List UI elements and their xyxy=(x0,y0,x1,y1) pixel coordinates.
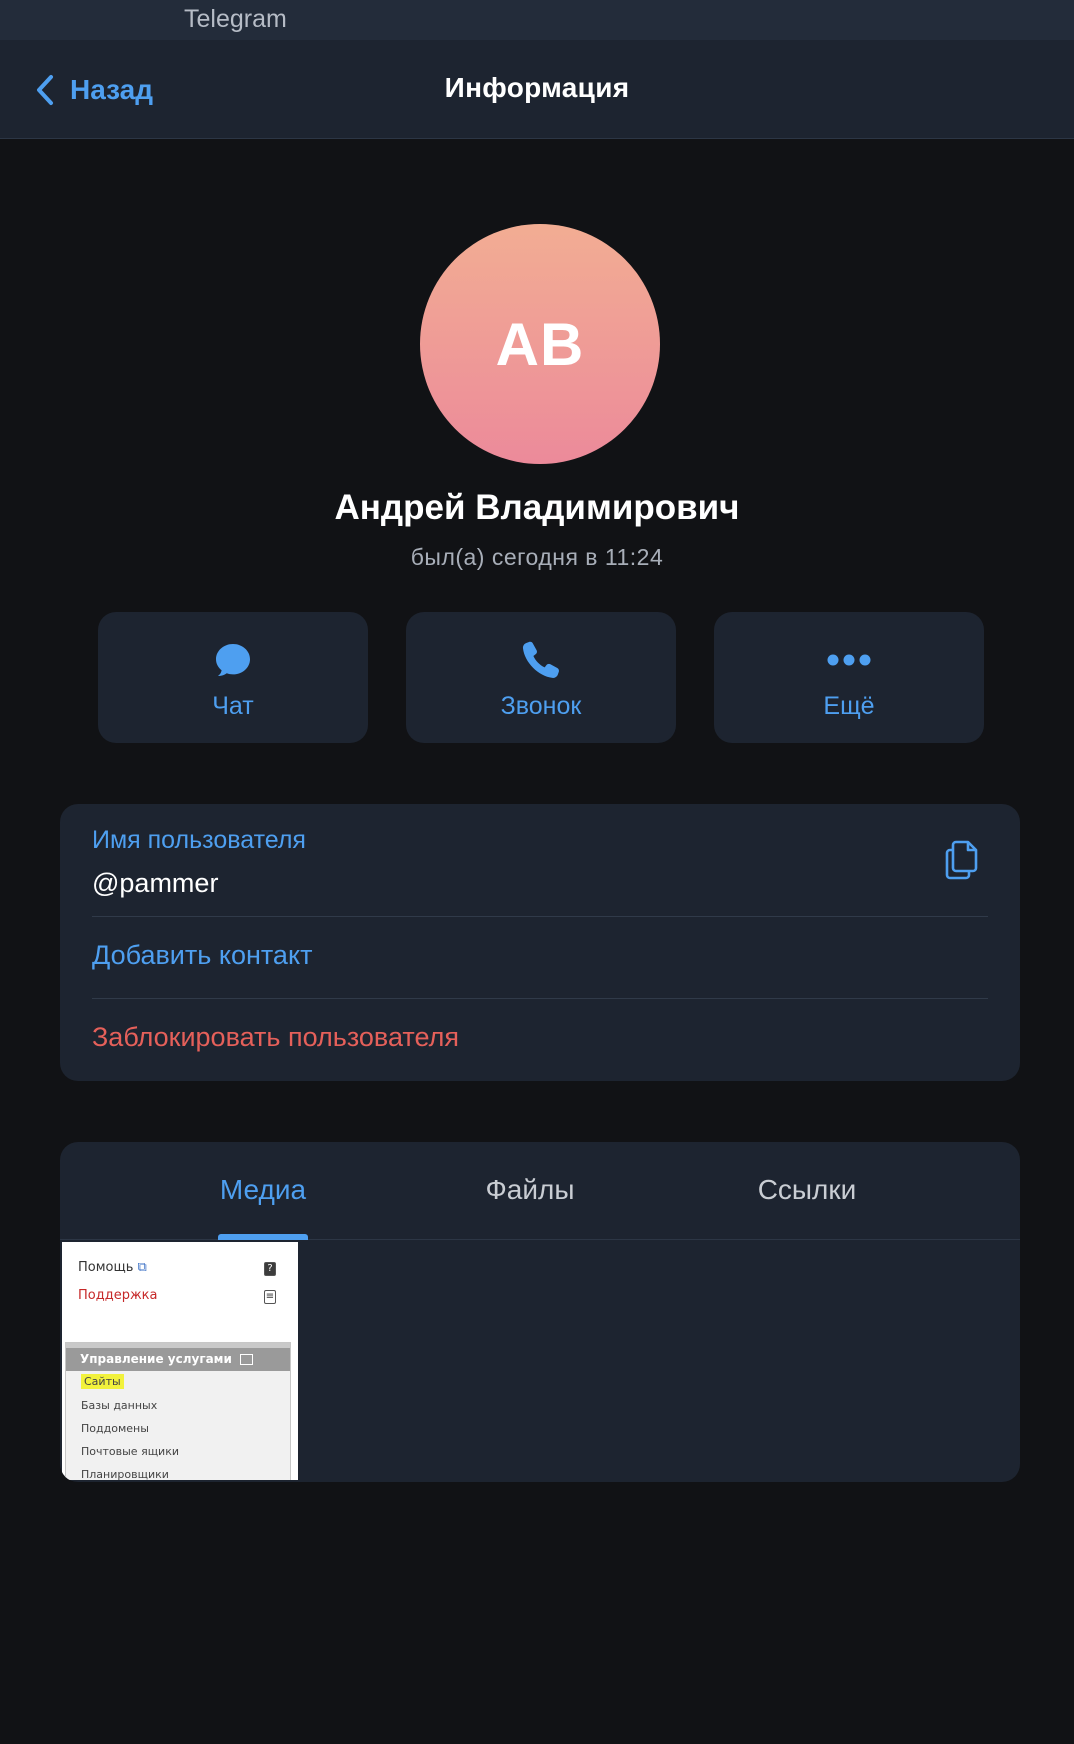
tab-media[interactable]: Медиа xyxy=(163,1174,363,1206)
page-title: Информация xyxy=(444,72,630,103)
shared-media-card: Медиа Файлы Ссылки — — — — — — Помощь ⧉ … xyxy=(60,1142,1020,1482)
more-label: Ещё xyxy=(823,692,875,720)
more-dots-icon xyxy=(827,654,871,666)
thumbnail-item: Поддомены xyxy=(81,1422,149,1435)
profile-name: Андрей Владимирович xyxy=(334,488,740,527)
chat-label: Чат xyxy=(212,692,254,720)
call-button[interactable]: Звонок xyxy=(406,612,676,743)
document-icon: ≡ xyxy=(264,1290,276,1304)
media-tabs: Медиа Файлы Ссылки xyxy=(60,1142,1020,1240)
list-icon xyxy=(239,1354,253,1365)
phone-icon xyxy=(522,641,559,678)
tab-files[interactable]: Файлы xyxy=(430,1174,630,1206)
divider xyxy=(92,998,988,999)
app-title: Telegram xyxy=(184,5,287,33)
help-icon: ? xyxy=(264,1262,276,1276)
thumbnail-item: Почтовые ящики xyxy=(81,1445,179,1458)
active-tab-indicator xyxy=(218,1234,308,1240)
thumbnail-item: Планировщики xyxy=(81,1468,169,1480)
username-label: Имя пользователя xyxy=(92,826,306,854)
avatar-initials: AB xyxy=(495,310,585,378)
chat-bubble-icon xyxy=(216,644,250,677)
thumbnail-panel: Управление услугами Сайты Базы данных По… xyxy=(65,1342,291,1480)
user-info-card: Имя пользователя @pammer Добавить контак… xyxy=(60,804,1020,1081)
window-titlebar: Telegram xyxy=(0,0,1074,40)
copy-icon[interactable] xyxy=(942,838,982,882)
thumbnail-support-link: Поддержка xyxy=(78,1288,158,1303)
thumbnail-help-link: Помощь ⧉ xyxy=(78,1260,147,1275)
action-buttons: Чат Звонок Ещё xyxy=(98,612,984,743)
thumbnail-item: Базы данных xyxy=(81,1399,158,1412)
chat-button[interactable]: Чат xyxy=(98,612,368,743)
thumbnail-item: Сайты xyxy=(81,1374,124,1389)
last-seen-status: был(а) сегодня в 11:24 xyxy=(410,544,664,570)
more-button[interactable]: Ещё xyxy=(714,612,984,743)
username-value[interactable]: @pammer xyxy=(92,868,218,899)
media-thumbnail[interactable]: — — — — — — Помощь ⧉ ? Поддержка ≡ Управ… xyxy=(62,1242,298,1480)
thumbnail-cut-text: — — — — — — xyxy=(78,1242,184,1249)
tab-links[interactable]: Ссылки xyxy=(707,1174,907,1206)
navigation-bar: Назад Информация xyxy=(0,40,1074,139)
thumbnail-panel-header: Управление услугами xyxy=(66,1343,290,1371)
block-user-button[interactable]: Заблокировать пользователя xyxy=(92,1022,459,1053)
divider xyxy=(92,916,988,917)
avatar[interactable]: AB xyxy=(420,224,660,464)
add-contact-button[interactable]: Добавить контакт xyxy=(92,940,312,971)
call-label: Звонок xyxy=(500,692,582,720)
